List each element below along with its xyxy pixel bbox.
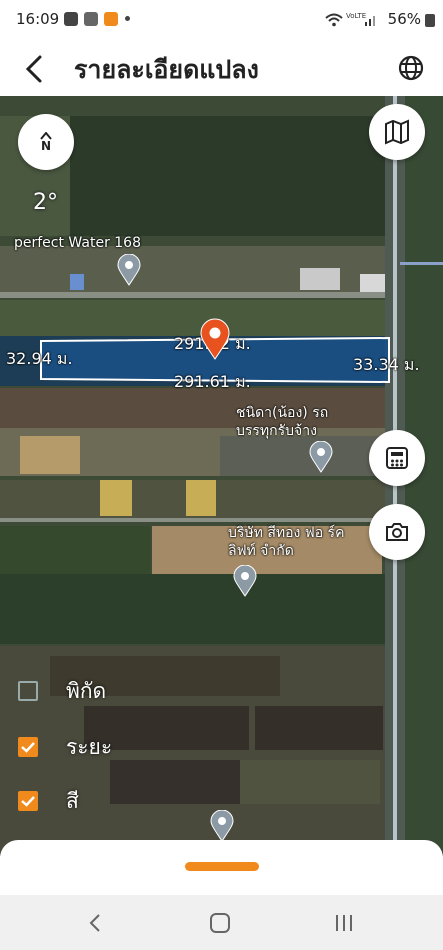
calculator-icon <box>386 447 408 469</box>
gallery-icon <box>84 12 98 26</box>
app-header: รายละเอียดแปลง <box>0 40 443 96</box>
calculator-button[interactable] <box>369 430 425 486</box>
distance-right: 33.34 ม. <box>353 355 420 374</box>
system-nav-bar <box>0 895 443 950</box>
checkbox-unchecked[interactable] <box>18 681 38 701</box>
distance-bottom: 291.61 ม. <box>174 372 251 391</box>
page-title: รายละเอียดแปลง <box>74 55 259 84</box>
distance-left: 32.94 ม. <box>6 349 73 368</box>
nav-home-icon[interactable] <box>206 909 234 937</box>
compass-icon: N <box>40 132 52 152</box>
place-label: บริษัท สีทอง ฟอ ร์คลิฟท์ จำกัด <box>228 525 345 559</box>
bottom-sheet[interactable] <box>0 840 443 900</box>
checkbox-checked[interactable] <box>18 791 38 811</box>
check-icon <box>21 742 35 753</box>
layer-toggle-color[interactable]: สี <box>18 787 79 815</box>
battery-percent: 56% <box>387 10 421 28</box>
sheet-drag-handle[interactable] <box>185 862 259 871</box>
status-bar: 16:09 VoLTE 56% <box>0 0 443 40</box>
nav-back-icon[interactable] <box>82 909 110 937</box>
map-type-button[interactable] <box>369 104 425 160</box>
app-w-icon <box>104 12 118 26</box>
layer-toggle-distance[interactable]: ระยะ <box>18 733 112 761</box>
layer-toggle-coordinates[interactable]: พิกัด <box>18 677 106 705</box>
place-marker-icon[interactable] <box>309 441 333 473</box>
camera-icon <box>386 523 408 541</box>
place-marker-icon[interactable] <box>117 254 141 286</box>
layer-label: สี <box>66 788 79 813</box>
status-time: 16:09 <box>16 10 60 28</box>
signal-icon <box>365 16 375 26</box>
chevron-left-icon[interactable] <box>16 48 52 88</box>
line-app-icon <box>64 12 78 26</box>
camera-button[interactable] <box>369 504 425 560</box>
place-marker-icon[interactable] <box>233 565 257 597</box>
nav-recents-icon[interactable] <box>330 909 358 937</box>
satellite-map[interactable]: N 2° perfect Water 168 291.62 ม. 32.94 ม… <box>0 96 443 856</box>
layer-label: พิกัด <box>66 678 107 703</box>
place-label: perfect Water 168 <box>14 235 141 251</box>
checkbox-checked[interactable] <box>18 737 38 757</box>
map-icon <box>385 119 409 145</box>
wifi-icon <box>325 13 343 27</box>
more-notifications-icon <box>125 16 130 21</box>
plot-pin-icon[interactable] <box>199 318 231 360</box>
compass-north-label: N <box>40 139 52 153</box>
compass-button[interactable]: N <box>18 114 74 170</box>
battery-icon <box>425 14 435 27</box>
layer-label: ระยะ <box>66 734 113 759</box>
place-marker-icon[interactable] <box>210 810 234 842</box>
check-icon <box>21 796 35 807</box>
globe-icon[interactable] <box>393 50 429 86</box>
place-label: ชนิดา(น้อง) รถ บรรทุกรับจ้าง <box>236 405 329 439</box>
map-rotation: 2° <box>33 190 58 215</box>
